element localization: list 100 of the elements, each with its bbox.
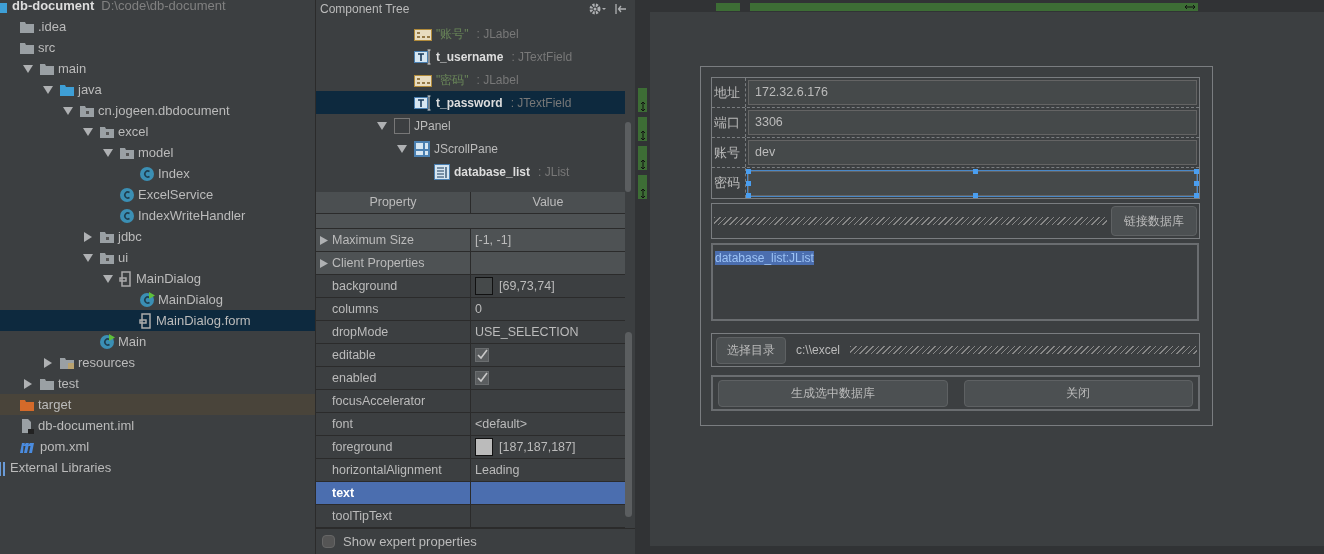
label-component-icon: [414, 26, 432, 41]
scrollbar-thumb[interactable]: [625, 332, 632, 517]
collapsed-arrow-icon[interactable]: [24, 378, 32, 389]
tree-item[interactable]: target: [38, 394, 72, 415]
component-tree-item[interactable]: database_list : JList: [316, 160, 625, 183]
column-header[interactable]: Value: [471, 192, 625, 213]
property-value[interactable]: [-1, -1]: [475, 230, 512, 250]
choose-directory-button[interactable]: 选择目录: [716, 336, 786, 364]
folder-icon: [99, 229, 115, 244]
checkbox-label: Show expert properties: [343, 532, 477, 551]
property-value[interactable]: <default>: [475, 414, 528, 434]
property-name[interactable]: focusAccelerator: [316, 390, 471, 412]
column-header[interactable]: Property: [316, 192, 471, 213]
gear-icon[interactable]: [589, 3, 607, 15]
tree-item[interactable]: resources: [78, 352, 136, 373]
action-button[interactable]: 生成选中数据库: [718, 379, 948, 407]
folder-icon: [59, 82, 75, 97]
color-swatch[interactable]: [475, 438, 493, 456]
tree-item[interactable]: IndexWriteHandler: [0, 205, 315, 226]
property-value[interactable]: USE_SELECTION: [475, 322, 579, 342]
tree-item[interactable]: MainDialog.form: [0, 310, 315, 331]
tree-item[interactable]: External Libraries: [10, 457, 112, 478]
library-icon: [0, 459, 7, 476]
connect-button[interactable]: 链接数据库: [1111, 206, 1197, 236]
scrollbar-thumb[interactable]: [625, 122, 631, 192]
property-value[interactable]: [69,73,74]: [499, 276, 555, 296]
tree-item[interactable]: model: [138, 142, 174, 163]
color-swatch[interactable]: [475, 277, 493, 295]
expanded-arrow-icon[interactable]: [83, 253, 93, 262]
form-icon: [119, 270, 133, 287]
expanded-arrow-icon[interactable]: [63, 106, 73, 115]
resize-handle[interactable]: [972, 168, 978, 174]
property-name[interactable]: background: [316, 275, 471, 297]
property-value[interactable]: 0: [475, 299, 482, 319]
component-tree-item[interactable]: JPanel: [316, 114, 625, 137]
tree-item[interactable]: db-document.iml: [38, 415, 135, 436]
tree-item[interactable]: MainDialog: [0, 289, 315, 310]
property-name[interactable]: columns: [316, 298, 471, 320]
text-field[interactable]: 172.32.6.176: [748, 80, 1197, 105]
checkbox[interactable]: [322, 535, 335, 548]
folder-icon: [119, 145, 135, 160]
resize-icon: [639, 101, 646, 112]
action-button[interactable]: 关闭: [963, 379, 1193, 407]
tree-item[interactable]: ExcelService: [0, 184, 315, 205]
tree-item[interactable]: pom.xml: [40, 436, 90, 457]
checkbox[interactable]: [475, 348, 489, 362]
label-component-icon: [414, 72, 432, 87]
property-name[interactable]: font: [316, 413, 471, 435]
component-tree-item[interactable]: t_username : JTextField: [316, 45, 625, 68]
expand-arrow-icon: [320, 258, 328, 268]
property-name[interactable]: enabled: [316, 367, 471, 389]
text-field-component-icon: [414, 48, 432, 65]
expanded-arrow-icon[interactable]: [83, 127, 93, 136]
collapsed-arrow-icon[interactable]: [44, 357, 52, 368]
checkbox[interactable]: [475, 371, 489, 385]
tree-item[interactable]: src: [38, 37, 56, 58]
component-tree-item[interactable]: JScrollPane: [316, 137, 625, 160]
property-name[interactable]: foreground: [316, 436, 471, 458]
module-icon: [0, 0, 9, 13]
property-name[interactable]: horizontalAlignment: [316, 459, 471, 481]
field-label: 地址: [712, 78, 746, 107]
expanded-arrow-icon[interactable]: [103, 148, 113, 157]
resize-handle[interactable]: [972, 192, 978, 198]
tree-item[interactable]: main: [58, 58, 87, 79]
list-component-icon: [434, 163, 450, 180]
field-label: 账号: [712, 138, 746, 167]
property-name[interactable]: dropMode: [316, 321, 471, 343]
text-field[interactable]: 3306: [748, 110, 1197, 135]
property-value[interactable]: Leading: [475, 460, 520, 480]
class-icon: [99, 333, 115, 350]
expanded-arrow-icon[interactable]: [103, 274, 113, 283]
tree-item[interactable]: db-document: [12, 0, 95, 16]
tree-item[interactable]: test: [58, 373, 79, 394]
tree-item[interactable]: cn.jogeen.dbdocument: [98, 100, 230, 121]
property-name[interactable]: Maximum Size: [332, 230, 414, 250]
tree-item[interactable]: Main: [0, 331, 315, 352]
tree-item[interactable]: java: [78, 79, 102, 100]
expanded-arrow-icon[interactable]: [43, 85, 53, 94]
resize-icon: [639, 130, 646, 141]
field-label: 端口: [712, 108, 746, 137]
class-icon: [119, 186, 135, 203]
property-name[interactable]: editable: [316, 344, 471, 366]
folder-icon: [79, 103, 95, 118]
collapse-icon[interactable]: [615, 3, 627, 15]
tree-item[interactable]: excel: [118, 121, 149, 142]
text-field[interactable]: [748, 170, 1197, 196]
folder-icon: [19, 19, 35, 34]
collapsed-arrow-icon[interactable]: [84, 231, 92, 242]
tree-item[interactable]: ui: [118, 247, 129, 268]
expand-arrow-icon: [320, 235, 328, 245]
tree-item[interactable]: .idea: [38, 16, 67, 37]
folder-icon: [19, 397, 35, 412]
property-name[interactable]: toolTipText: [316, 505, 471, 527]
tree-item[interactable]: Index: [0, 163, 315, 184]
component-tree-item[interactable]: t_password : JTextField: [316, 91, 625, 114]
property-value[interactable]: [187,187,187]: [499, 437, 576, 457]
expanded-arrow-icon[interactable]: [23, 64, 33, 73]
tree-item[interactable]: jdbc: [118, 226, 142, 247]
text-field[interactable]: dev: [748, 140, 1197, 165]
tree-item[interactable]: MainDialog: [136, 268, 202, 289]
